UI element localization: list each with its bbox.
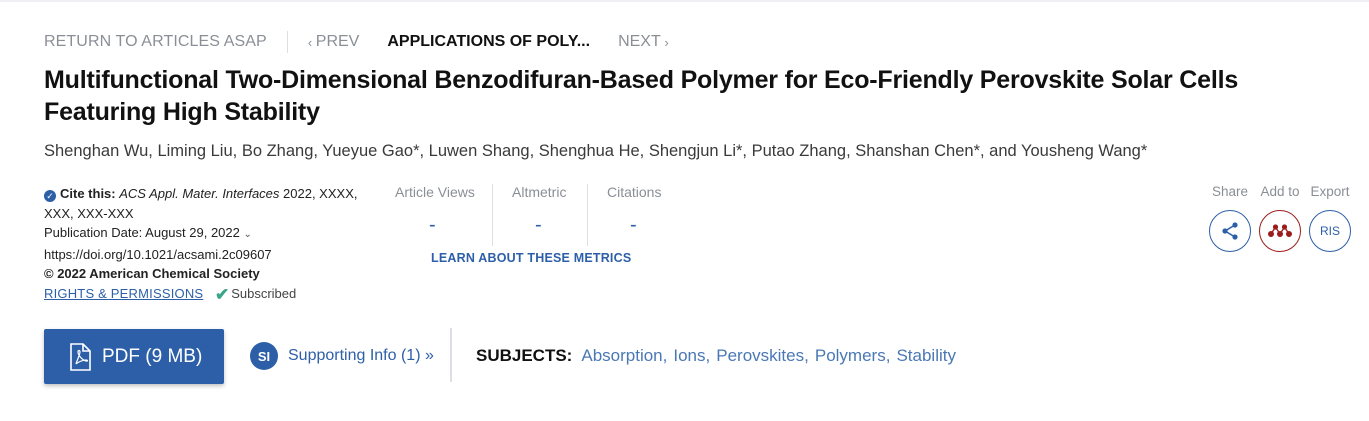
metric-citations: Citations - bbox=[587, 184, 677, 246]
learn-about-metrics-link[interactable]: LEARN ABOUT THESE METRICS bbox=[431, 251, 631, 265]
supporting-info-label: Supporting Info (1) » bbox=[288, 347, 434, 364]
check-circle-icon: ✓ bbox=[44, 190, 56, 202]
mendeley-icon bbox=[1268, 224, 1292, 237]
share-button[interactable] bbox=[1209, 210, 1251, 252]
export-label: Export bbox=[1310, 184, 1350, 199]
publication-date[interactable]: Publication Date: August 29, 2022 ⌄ bbox=[44, 223, 384, 245]
doi-link[interactable]: https://doi.org/10.1021/acsami.2c09607 bbox=[44, 245, 384, 265]
subjects-label: SUBJECTS: bbox=[476, 346, 573, 365]
checkmark-icon: ✔ bbox=[214, 284, 230, 304]
return-to-asap-link[interactable]: RETURN TO ARTICLES ASAP bbox=[44, 33, 267, 51]
subject-link-ions[interactable]: Ions bbox=[673, 346, 705, 366]
subscribed-label: Subscribed bbox=[231, 285, 297, 301]
pdf-file-icon bbox=[70, 342, 91, 371]
share-icon bbox=[1222, 222, 1238, 240]
next-link[interactable]: NEXT › bbox=[618, 33, 669, 51]
current-section-label: APPLICATIONS OF POLY... bbox=[387, 33, 591, 50]
pdf-download-button[interactable]: PDF (9 MB) bbox=[44, 329, 224, 384]
section-divider bbox=[450, 328, 452, 382]
ris-label: RIS bbox=[1319, 224, 1340, 238]
journal-name: ACS Appl. Mater. Interfaces bbox=[119, 186, 280, 201]
next-label: NEXT bbox=[618, 33, 661, 50]
article-nav: RETURN TO ARTICLES ASAP ‹ PREV APPLICATI… bbox=[44, 31, 669, 53]
subject-comma: , bbox=[662, 346, 668, 365]
si-badge-icon: SI bbox=[250, 342, 278, 370]
add-to-mendeley-button[interactable] bbox=[1259, 210, 1301, 252]
citation-block: ✓ Cite this: ACS Appl. Mater. Interfaces … bbox=[44, 184, 384, 304]
prev-link[interactable]: ‹ PREV bbox=[308, 33, 360, 51]
subject-link-absorption[interactable]: Absorption bbox=[581, 346, 662, 366]
metric-altmetric: Altmetric - bbox=[492, 184, 587, 246]
share-action: Share bbox=[1205, 184, 1255, 252]
metric-article-views: Article Views - bbox=[395, 184, 492, 246]
subject-comma: , bbox=[885, 346, 891, 365]
pdf-button-label: PDF (9 MB) bbox=[102, 345, 203, 367]
nav-divider bbox=[286, 31, 288, 53]
share-label: Share bbox=[1211, 184, 1249, 199]
prev-label: PREV bbox=[315, 33, 360, 50]
metric-views-value: - bbox=[429, 214, 436, 236]
metric-views-label: Article Views bbox=[395, 184, 475, 200]
chevron-right-icon: › bbox=[660, 34, 669, 50]
subject-comma: , bbox=[705, 346, 711, 365]
export-ris-button[interactable]: RIS bbox=[1309, 210, 1351, 252]
copyright: © 2022 American Chemical Society bbox=[44, 266, 260, 281]
export-action: Export RIS bbox=[1305, 184, 1355, 252]
cite-this-button[interactable]: Cite this: bbox=[60, 186, 116, 201]
article-actions: Share Add to Export RIS bbox=[1205, 184, 1355, 252]
subject-link-polymers[interactable]: Polymers bbox=[815, 346, 886, 366]
chevron-left-icon: ‹ bbox=[307, 34, 316, 50]
metric-altmetric-label: Altmetric bbox=[512, 184, 567, 200]
subject-comma: , bbox=[804, 346, 809, 365]
cite-line: ✓ Cite this: ACS Appl. Mater. Interfaces … bbox=[44, 184, 384, 223]
subject-link-stability[interactable]: Stability bbox=[896, 346, 956, 366]
metric-altmetric-value: - bbox=[535, 214, 542, 236]
article-metrics: Article Views - Altmetric - Citations - bbox=[395, 184, 677, 246]
metric-citations-value: - bbox=[630, 214, 637, 236]
subject-link-perovskites[interactable]: Perovskites bbox=[716, 346, 804, 366]
add-to-label: Add to bbox=[1260, 184, 1300, 199]
subjects-row: SUBJECTS: Absorption, Ions, Perovskites,… bbox=[476, 346, 956, 366]
chevron-down-icon: ⌄ bbox=[243, 229, 252, 240]
metric-citations-label: Citations bbox=[607, 184, 662, 200]
article-title: Multifunctional Two-Dimensional Benzodif… bbox=[44, 66, 1239, 126]
rights-row: RIGHTS & PERMISSIONS ✔ Subscribed bbox=[44, 284, 384, 305]
top-divider bbox=[0, 0, 1369, 2]
add-to-action: Add to bbox=[1255, 184, 1305, 252]
author-list[interactable]: Shenghan Wu, Liming Liu, Bo Zhang, Yueyu… bbox=[44, 142, 1147, 161]
supporting-info-link[interactable]: SI Supporting Info (1) » bbox=[250, 342, 434, 370]
publication-date-text: Publication Date: August 29, 2022 bbox=[44, 225, 240, 240]
rights-permissions-link[interactable]: RIGHTS & PERMISSIONS bbox=[44, 286, 203, 301]
subscribed-status: ✔ Subscribed bbox=[214, 284, 297, 304]
